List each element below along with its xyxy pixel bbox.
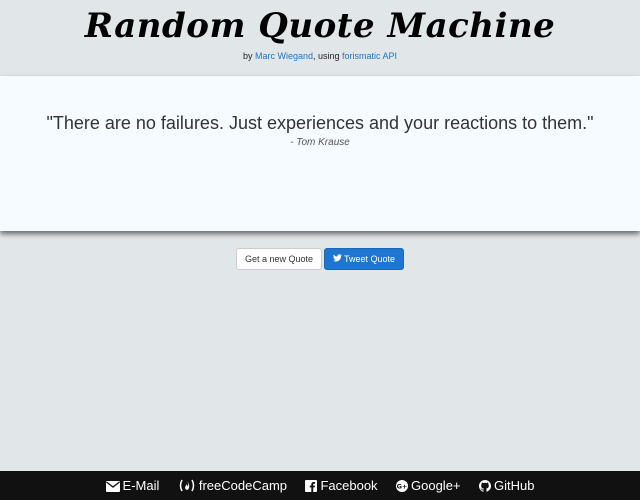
- footer-link-label: freeCodeCamp: [198, 478, 287, 493]
- tweet-button[interactable]: Tweet Quote: [324, 248, 405, 270]
- byline: by Marc Wiegand, using forismatic API: [0, 51, 640, 61]
- header: Random Quote Machine by Marc Wiegand, us…: [0, 0, 640, 76]
- footer-link-label: Facebook: [320, 478, 378, 493]
- page-title: Random Quote Machine: [84, 6, 556, 46]
- new-quote-label: Get a new Quote: [244, 254, 313, 264]
- footer-link-email[interactable]: E-Mail: [105, 478, 160, 495]
- footer-link-facebook[interactable]: Facebook: [305, 478, 378, 495]
- footer-link-github[interactable]: GitHub: [478, 478, 535, 495]
- quote-author: - Tom Krause: [290, 137, 350, 148]
- author-link[interactable]: Marc Wiegand: [255, 51, 313, 61]
- footer-link-label: Google+: [411, 478, 461, 493]
- freecodecamp-icon: [178, 479, 196, 495]
- envelope-icon: [105, 480, 120, 495]
- google-plus-icon: G+: [396, 480, 408, 495]
- footer-link-google-plus[interactable]: G+ Google+: [396, 478, 461, 495]
- twitter-icon: [333, 249, 342, 269]
- byline-mid: , using: [313, 51, 343, 61]
- quote-panel: "There are no failures. Just experiences…: [0, 76, 640, 231]
- footer-link-label: E-Mail: [122, 478, 160, 493]
- quote-text: "There are no failures. Just experiences…: [46, 113, 594, 133]
- byline-prefix: by: [242, 51, 255, 61]
- footer-link-freecodecamp[interactable]: freeCodeCamp: [178, 478, 287, 495]
- actions: Get a new Quote Tweet Quote: [0, 248, 640, 270]
- footer-link-label: GitHub: [493, 478, 535, 493]
- api-link[interactable]: forismatic API: [342, 51, 397, 61]
- tweet-label: Tweet Quote: [344, 254, 396, 264]
- new-quote-button[interactable]: Get a new Quote: [235, 248, 322, 270]
- svg-text:G+: G+: [397, 483, 408, 491]
- page: Random Quote Machine by Marc Wiegand, us…: [0, 0, 640, 500]
- facebook-icon: [305, 480, 318, 495]
- github-icon: [478, 480, 491, 495]
- footer: E-Mail freeCodeCamp Facebook G+ Google+ G…: [0, 471, 640, 500]
